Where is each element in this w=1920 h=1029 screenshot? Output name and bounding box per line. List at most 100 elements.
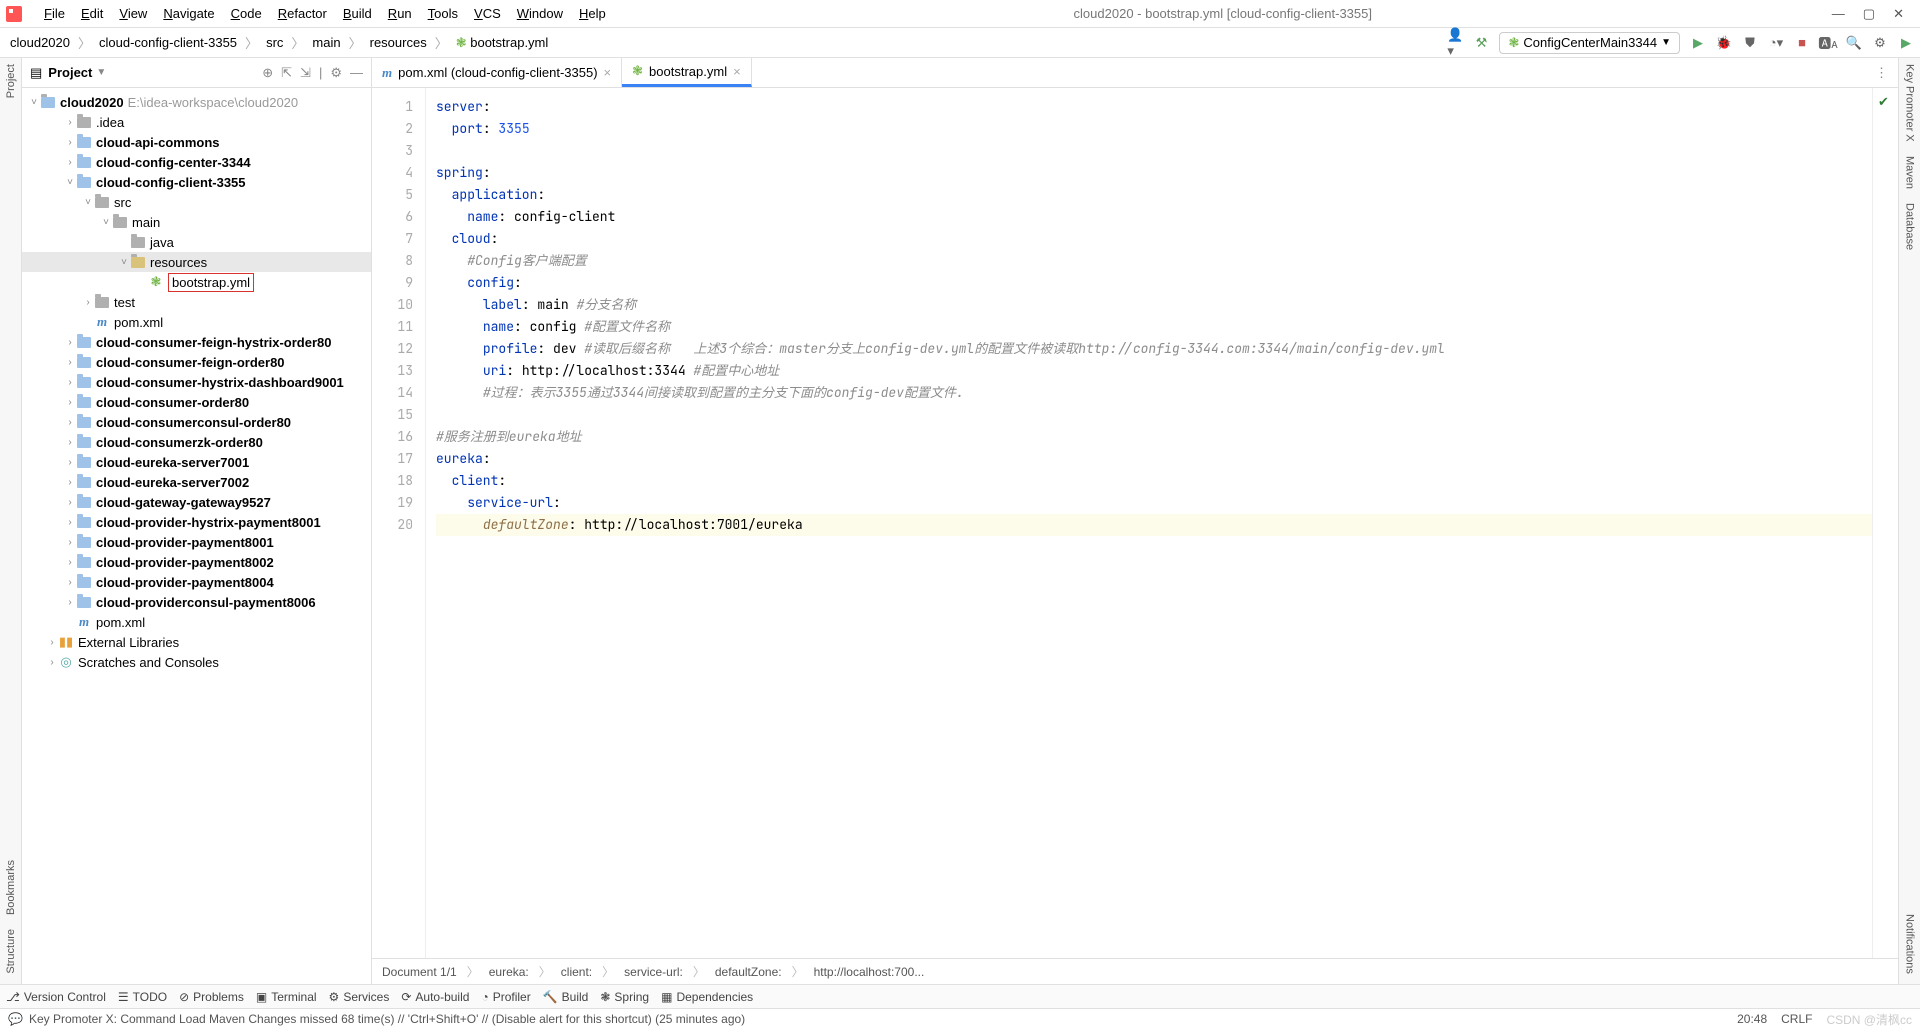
menu-file[interactable]: File [36,4,73,23]
tree-item[interactable]: ›cloud-api-commons [22,132,371,152]
tree-item[interactable]: ›cloud-consumer-hystrix-dashboard9001 [22,372,371,392]
menu-window[interactable]: Window [509,4,571,23]
crumb[interactable]: cloud2020 [6,33,74,52]
doc-crumb[interactable]: client: [561,965,592,979]
tree-item[interactable]: ❃bootstrap.yml [22,272,371,292]
bottom-tool-problems[interactable]: ⊘Problems [179,990,244,1004]
menu-refactor[interactable]: Refactor [270,4,335,23]
menu-vcs[interactable]: VCS [466,4,509,23]
tab-close-icon[interactable]: × [733,64,741,79]
doc-crumb[interactable]: defaultZone: [715,965,782,979]
tree-item[interactable]: ›cloud-providerconsul-payment8006 [22,592,371,612]
hide-icon[interactable]: — [350,65,363,81]
left-tab-structure[interactable]: Structure [5,929,17,974]
run-icon[interactable]: ▶ [1690,35,1706,51]
tree-item[interactable]: ›cloud-eureka-server7001 [22,452,371,472]
crumb[interactable]: resources [366,33,431,52]
left-tab-project[interactable]: Project [5,64,17,98]
doc-crumb[interactable]: http://localhost:700... [814,965,925,979]
tree-item[interactable]: ›cloud-provider-payment8002 [22,552,371,572]
translate-icon[interactable]: 🅰ᴀ [1820,35,1836,51]
user-icon[interactable]: 👤▾ [1447,35,1463,51]
tree-item[interactable]: ›cloud-consumer-feign-order80 [22,352,371,372]
doc-crumb[interactable]: eureka: [489,965,529,979]
search-icon[interactable]: 🔍 [1846,35,1862,51]
tree-item[interactable]: mpom.xml [22,312,371,332]
crumb[interactable]: src [262,33,287,52]
tabs-more-icon[interactable]: ⋮ [1865,58,1898,87]
tree-item[interactable]: ›cloud-eureka-server7002 [22,472,371,492]
right-tab-database[interactable]: Database [1904,203,1916,250]
tree-item[interactable]: mpom.xml [22,612,371,632]
tree-item[interactable]: ˅main [22,212,371,232]
tab-close-icon[interactable]: × [604,65,612,80]
left-tab-bookmarks[interactable]: Bookmarks [5,860,17,915]
doc-crumb[interactable]: service-url: [624,965,683,979]
tree-item[interactable]: ›cloud-gateway-gateway9527 [22,492,371,512]
bottom-tool-terminal[interactable]: ▣Terminal [256,990,317,1004]
project-tree[interactable]: ˅cloud2020E:\idea-workspace\cloud2020›.i… [22,88,371,984]
bottom-tool-services[interactable]: ⚙Services [329,990,390,1004]
tree-item[interactable]: java [22,232,371,252]
tree-item[interactable]: ›cloud-consumer-order80 [22,392,371,412]
run-config-selector[interactable]: ❃ ConfigCenterMain3344 ▼ [1499,32,1680,54]
profile-icon[interactable]: ◔▾ [1768,35,1784,51]
crumb[interactable]: cloud-config-client-3355 [95,33,241,52]
tree-item[interactable]: ›▮▮External Libraries [22,632,371,652]
right-tab-notifications[interactable]: Notifications [1904,914,1916,974]
menu-build[interactable]: Build [335,4,380,23]
close-icon[interactable]: ✕ [1893,6,1904,22]
tree-root[interactable]: ˅cloud2020E:\idea-workspace\cloud2020 [22,92,371,112]
gear-icon[interactable]: ⚙ [330,65,342,81]
bottom-tool-auto-build[interactable]: ⟳Auto-build [401,990,469,1004]
tree-item[interactable]: ›cloud-consumerconsul-order80 [22,412,371,432]
tree-item[interactable]: ›cloud-provider-hystrix-payment8001 [22,512,371,532]
tree-item[interactable]: ˅cloud-config-client-3355 [22,172,371,192]
crumb[interactable]: ❃ bootstrap.yml [452,33,553,53]
tree-item[interactable]: ›test [22,292,371,312]
bottom-tool-dependencies[interactable]: ▦Dependencies [661,990,753,1004]
menu-edit[interactable]: Edit [73,4,111,23]
minimize-icon[interactable]: — [1832,6,1845,22]
bottom-tool-version-control[interactable]: ⎇Version Control [6,990,106,1004]
tree-item[interactable]: ›cloud-consumerzk-order80 [22,432,371,452]
tree-item[interactable]: ›cloud-provider-payment8001 [22,532,371,552]
right-tab-maven[interactable]: Maven [1904,156,1916,189]
bottom-tool-todo[interactable]: ☰TODO [118,990,167,1004]
menu-view[interactable]: View [111,4,155,23]
menu-tools[interactable]: Tools [420,4,466,23]
menu-help[interactable]: Help [571,4,614,23]
notification-icon[interactable]: 💬 [8,1012,23,1026]
menu-code[interactable]: Code [223,4,270,23]
settings-icon[interactable]: ⚙ [1872,35,1888,51]
tree-item[interactable]: ›.idea [22,112,371,132]
debug-icon[interactable]: 🐞 [1716,35,1732,51]
collapse-icon[interactable]: ⇲ [300,65,311,81]
execute-icon[interactable]: ▶ [1898,35,1914,51]
stop-icon[interactable]: ■ [1794,35,1810,51]
crumb[interactable]: main [308,33,344,52]
tree-item[interactable]: ˅resources [22,252,371,272]
tree-item[interactable]: ›cloud-consumer-feign-hystrix-order80 [22,332,371,352]
bottom-tool-build[interactable]: 🔨Build [543,990,589,1004]
right-tab-keypromoter[interactable]: Key Promoter X [1904,64,1916,142]
build-hammer-icon[interactable]: ⚒ [1473,35,1489,51]
status-encoding[interactable]: CRLF [1781,1012,1812,1026]
bottom-tool-profiler[interactable]: ◔Profiler [481,990,530,1004]
coverage-icon[interactable]: ⛊ [1742,35,1758,51]
editor-tab[interactable]: mpom.xml (cloud-config-client-3355)× [372,58,622,87]
tree-item[interactable]: ›cloud-config-center-3344 [22,152,371,172]
code-editor[interactable]: server: port: 3355 spring: application: … [426,88,1872,958]
doc-crumb[interactable]: Document 1/1 [382,965,457,979]
tree-item[interactable]: ˅src [22,192,371,212]
editor-tab[interactable]: ❃bootstrap.yml× [622,58,752,87]
inspection-strip[interactable]: ✔ [1872,88,1898,958]
expand-icon[interactable]: ⇱ [281,65,292,81]
bottom-tool-spring[interactable]: ❃Spring [600,990,649,1004]
tree-item[interactable]: ›cloud-provider-payment8004 [22,572,371,592]
chevron-down-icon[interactable]: ▼ [96,67,106,78]
maximize-icon[interactable]: ▢ [1863,6,1875,22]
menu-navigate[interactable]: Navigate [155,4,222,23]
doc-breadcrumb[interactable]: Document 1/1〉eureka:〉client:〉service-url… [372,958,1898,984]
menu-run[interactable]: Run [380,4,420,23]
